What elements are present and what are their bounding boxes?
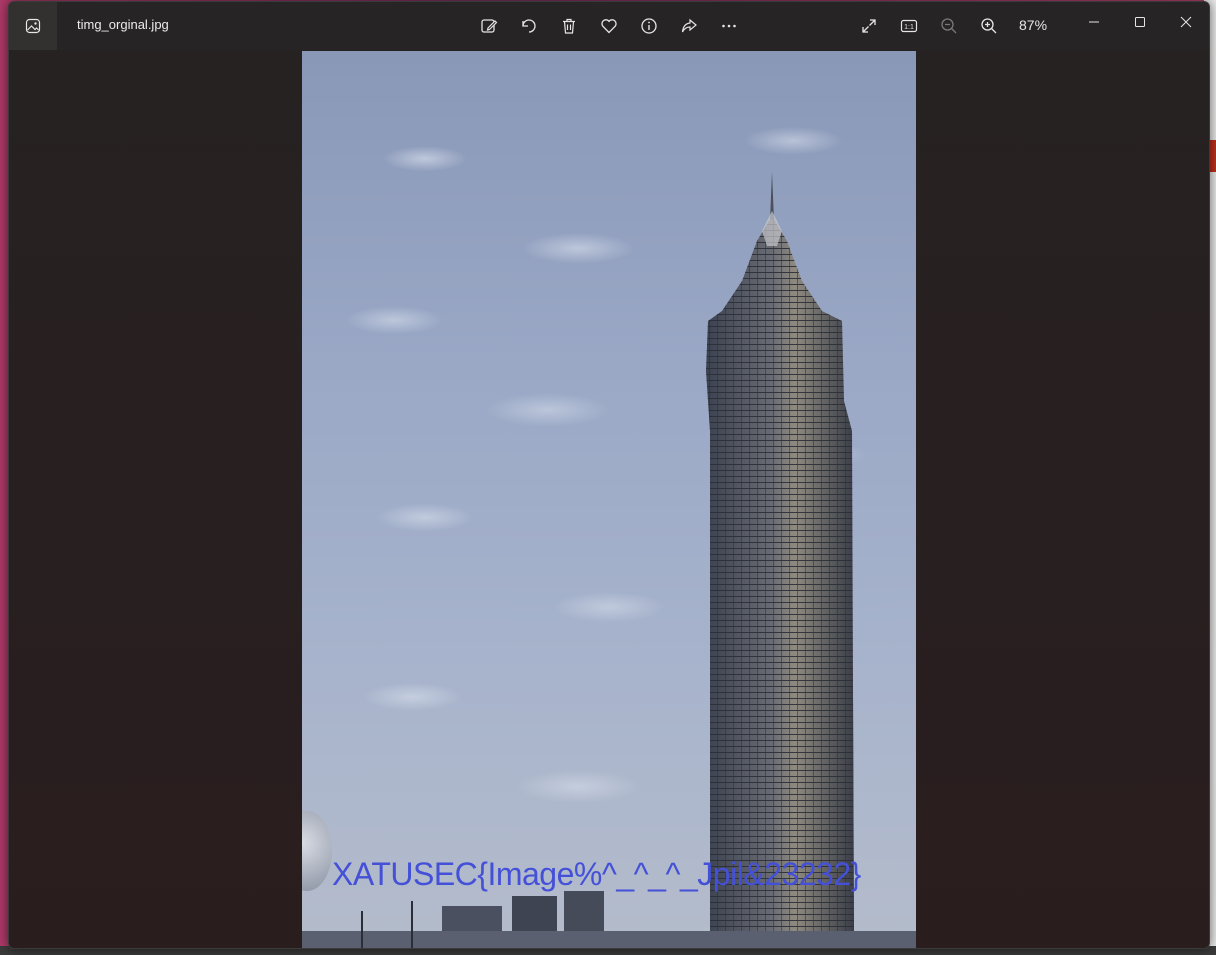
delete-button[interactable]	[557, 14, 581, 38]
rotate-button[interactable]	[517, 14, 541, 38]
minimize-icon	[1089, 21, 1099, 23]
zoom-out-button[interactable]	[937, 14, 961, 38]
info-button[interactable]	[637, 14, 661, 38]
actual-size-button[interactable]: 1:1	[897, 14, 921, 38]
skyscraper-image	[706, 171, 854, 948]
favorite-button[interactable]	[597, 14, 621, 38]
close-icon	[1180, 16, 1192, 28]
maximize-icon	[1135, 17, 1145, 27]
minimize-button[interactable]	[1071, 6, 1117, 38]
photos-app-icon	[25, 18, 41, 34]
zoom-in-icon	[981, 18, 997, 34]
more-button[interactable]	[717, 14, 741, 38]
rotate-icon	[522, 19, 536, 33]
favorite-icon	[601, 19, 617, 34]
zoom-level[interactable]: 87%	[1019, 17, 1047, 33]
app-menu-button[interactable]	[9, 2, 57, 50]
zoom-out-icon	[941, 18, 957, 34]
photo-canvas[interactable]: XATUSEC{Image%^_^_^_Jpil&23232}	[302, 51, 916, 948]
actual-size-icon: 1:1	[900, 19, 918, 33]
edit-image-icon	[481, 19, 498, 33]
close-button[interactable]	[1163, 6, 1209, 38]
share-icon	[681, 18, 697, 33]
share-button[interactable]	[677, 14, 701, 38]
delete-icon	[563, 18, 575, 34]
sphere-structure-image	[302, 811, 332, 891]
more-icon	[722, 24, 736, 28]
info-icon	[641, 18, 657, 34]
skyline-image	[302, 891, 916, 948]
zoom-in-button[interactable]	[977, 14, 1001, 38]
photos-app-window: timg_orginal.jpg 1:1 87% XATUSEC{Image%^…	[8, 1, 1210, 949]
edit-image-button[interactable]	[477, 14, 501, 38]
full-screen-icon	[862, 19, 876, 33]
file-name: timg_orginal.jpg	[77, 17, 169, 32]
full-screen-button[interactable]	[857, 14, 881, 38]
overlay-text: XATUSEC{Image%^_^_^_Jpil&23232}	[332, 856, 861, 892]
maximize-button[interactable]	[1117, 6, 1163, 38]
actual-size-label: 1:1	[904, 24, 914, 31]
title-bar: timg_orginal.jpg 1:1 87%	[9, 2, 1209, 50]
